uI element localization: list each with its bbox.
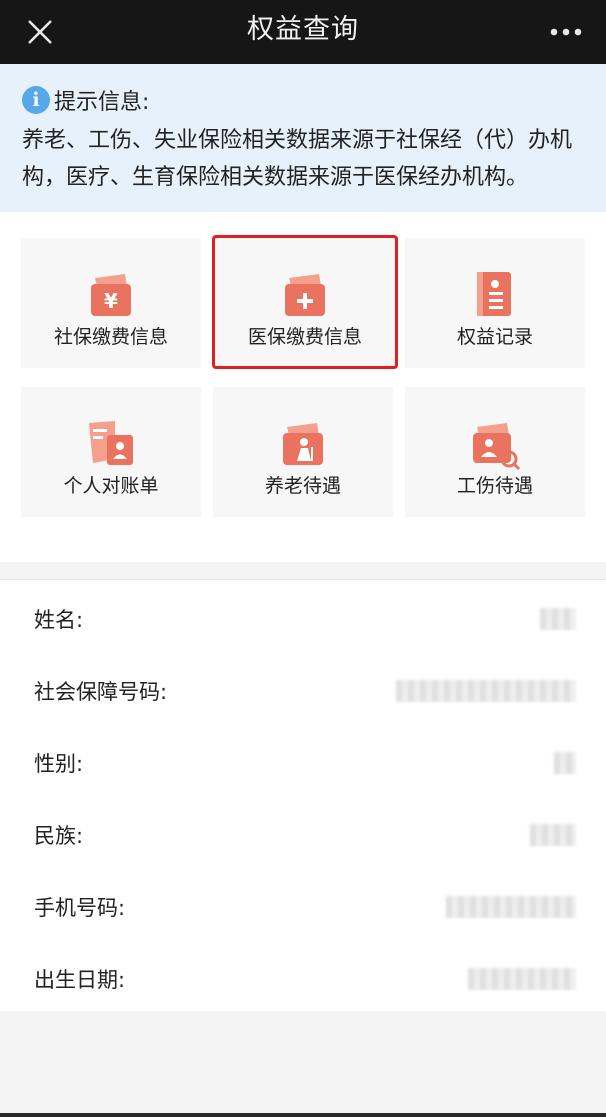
- info-value: [554, 752, 576, 774]
- info-row-gender: 性别:: [0, 742, 606, 782]
- notice-text: 养老、工伤、失业保险相关数据来源于社保经（代）办机构，医疗、生育保险相关数据来源…: [22, 128, 573, 190]
- notice-heading: 提示信息:: [54, 90, 150, 115]
- info-label: 社会保障号码:: [34, 680, 168, 704]
- info-label: 性别:: [34, 752, 84, 776]
- top-navigation-bar: 权益查询: [0, 0, 606, 64]
- info-row-ethnicity: 民族:: [0, 814, 606, 854]
- tile-rights-record[interactable]: 权益记录: [405, 238, 585, 368]
- info-value: [396, 680, 576, 702]
- tile-personal-statement[interactable]: 个人对账单: [21, 387, 201, 517]
- tile-label: 养老待遇: [264, 475, 341, 497]
- record-book-icon: [477, 272, 511, 316]
- tile-work-injury-benefits[interactable]: 工伤待遇: [405, 387, 585, 517]
- page-title: 权益查询: [247, 14, 359, 45]
- statement-icon: [89, 421, 133, 465]
- info-value: [540, 608, 576, 630]
- info-value: [446, 896, 576, 918]
- info-value: [468, 968, 576, 990]
- info-label: 出生日期:: [34, 968, 126, 992]
- info-label: 手机号码:: [34, 896, 126, 920]
- tile-social-insurance-payment[interactable]: ¥ 社保缴费信息: [21, 238, 201, 368]
- info-icon: i: [22, 86, 50, 114]
- more-button[interactable]: [544, 10, 588, 54]
- notice-header: i 提示信息:: [22, 84, 149, 116]
- tile-label: 个人对账单: [63, 475, 159, 497]
- info-row-phone: 手机号码:: [0, 886, 606, 926]
- tile-label: 工伤待遇: [456, 475, 533, 497]
- tile-label: 权益记录: [456, 326, 533, 348]
- info-label: 民族:: [34, 824, 84, 848]
- pension-elder-icon: [283, 423, 323, 465]
- notice-panel: i 提示信息: 养老、工伤、失业保险相关数据来源于社保经（代）办机构，医疗、生育…: [0, 64, 606, 212]
- info-value: [530, 824, 576, 846]
- info-label: 姓名:: [34, 608, 84, 632]
- info-row-ssn: 社会保障号码:: [0, 670, 606, 710]
- bottom-edge: [0, 1113, 606, 1117]
- injury-search-icon: [473, 423, 521, 471]
- svg-text:¥: ¥: [104, 289, 118, 313]
- tile-label: 社保缴费信息: [53, 326, 168, 348]
- highlight-box: [212, 235, 398, 369]
- tile-pension-benefits[interactable]: 养老待遇: [213, 387, 393, 517]
- info-row-birthdate: 出生日期:: [0, 958, 606, 998]
- personal-info-panel: 姓名: 社会保障号码: 性别: 民族: 手机号码: 出生日期:: [0, 579, 606, 1011]
- more-dots-icon: [550, 28, 582, 36]
- info-row-name: 姓名:: [0, 598, 606, 638]
- yuan-wallet-icon: ¥: [91, 274, 131, 316]
